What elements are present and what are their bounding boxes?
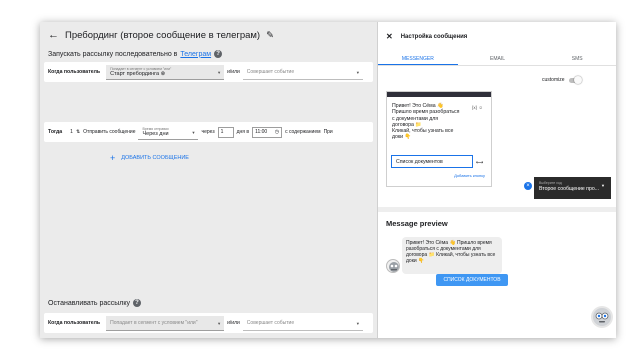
help-icon[interactable]: ? [214, 50, 223, 58]
next-step-value: Второе сообщение про... [539, 186, 600, 192]
app-window: ← Пребординг (второе сообщение в телегра… [40, 22, 616, 338]
stop-segment-select[interactable]: Попадает в сегмент с условием "или" ▼ [106, 315, 225, 331]
preview-bubble: Привет! Это Сёма 👋 Пришло время разобрат… [402, 237, 502, 274]
through-label: через [201, 129, 215, 135]
emoji-icon[interactable]: ☺ [478, 105, 483, 110]
sequence-label: Запускать рассылку последовательно в [48, 50, 178, 58]
divider [378, 207, 616, 212]
plus-icon: + [110, 153, 116, 163]
chevron-down-icon: ▼ [355, 69, 360, 75]
sequence-line: Запускать рассылку последовательно в Тел… [48, 50, 223, 58]
tab-email[interactable]: EMAIL [458, 52, 538, 65]
sort-icon[interactable]: ⇅ [76, 129, 80, 135]
segment-select[interactable]: Попадает в сегмент с условием "или" Стар… [106, 64, 225, 80]
send-time-select[interactable]: Время отправки Через дни ▼ [138, 124, 199, 140]
send-time-value: Через дни [142, 130, 169, 137]
pencil-icon[interactable]: ✎ [266, 30, 274, 41]
preview-title: Message preview [386, 219, 448, 228]
tab-sms[interactable]: SMS [537, 52, 616, 65]
customize-toggle[interactable] [568, 76, 582, 84]
panel-title: Настройка сообщения [400, 33, 468, 40]
event-placeholder: Совершает событие [246, 68, 295, 75]
action-label: Отправить сообщение [83, 129, 136, 135]
andor-label: и/или [227, 69, 240, 75]
chevron-down-icon: ▼ [191, 129, 196, 135]
customize-label: customize [542, 77, 565, 83]
then-label: Тогда [48, 129, 63, 135]
close-icon[interactable]: × [524, 182, 532, 190]
add-message-label: ДОБАВИТЬ СООБЩЕНИЕ [121, 155, 189, 161]
chevron-down-icon: ▼ [217, 69, 222, 75]
next-step-select[interactable]: Выберите ход Второе сообщение про... ▼ [534, 177, 611, 199]
assistant-bot-icon[interactable] [591, 306, 613, 328]
drag-handle-icon[interactable]: ⟷ [476, 160, 483, 166]
variable-insert[interactable]: {x} ☺ [472, 105, 483, 110]
preview-cta-button[interactable]: СПИСОК ДОКУМЕНТОВ [436, 274, 508, 286]
chevron-down-icon: ▼ [217, 320, 222, 326]
tab-messenger[interactable]: MESSENGER [378, 52, 458, 65]
user-condition-row: Когда пользователь Попадает в сегмент с … [44, 62, 373, 82]
page-title: Пребординг (второе сообщение в телеграм) [65, 29, 261, 41]
user-label: Когда пользователь [48, 69, 101, 75]
campaign-editor: ← Пребординг (второе сообщение в телегра… [40, 22, 377, 338]
editor-toolbar [387, 92, 491, 97]
message-settings-panel: ✕ Настройка сообщения MESSENGER EMAIL SM… [377, 22, 616, 338]
close-icon[interactable]: ✕ [386, 32, 393, 41]
chevron-down-icon: ▼ [355, 320, 360, 326]
clock-icon[interactable]: ◷ [275, 129, 279, 135]
add-message-button[interactable]: + ДОБАВИТЬ СООБЩЕНИЕ [110, 153, 189, 163]
bot-avatar-icon [386, 259, 400, 273]
back-arrow-icon[interactable]: ← [48, 29, 59, 41]
page-header: ← Пребординг (второе сообщение в телегра… [48, 29, 274, 41]
close-chip-icon[interactable]: ⊗ [161, 71, 166, 77]
message-button-input[interactable]: Список документов [391, 155, 473, 168]
stop-condition-row: Когда пользователь Попадает в сегмент с … [44, 313, 373, 333]
content-preview[interactable]: При [324, 129, 333, 135]
days-label: дня в [236, 129, 250, 135]
customize-toggle-row: customize [542, 76, 582, 84]
panel-header: ✕ Настройка сообщения [386, 32, 467, 41]
telegram-link[interactable]: Телеграм [180, 51, 211, 58]
message-text[interactable]: Привет! Это Сёма 👋 Пришло время разобрат… [392, 103, 468, 141]
stop-line: Останавливать рассылку ? [48, 299, 141, 307]
days-input[interactable]: 1 [217, 126, 234, 138]
segment-select-value: Старт пребординга ⊗ [110, 70, 166, 77]
add-button-link[interactable]: Добавить кнопку [454, 173, 485, 178]
content-label: с содержанием [285, 129, 321, 135]
chevron-down-icon: ▼ [601, 183, 605, 188]
then-row: Тогда 1 ⇅ Отправить сообщение Время отпр… [44, 122, 373, 142]
stop-event-placeholder: Совершает событие [246, 319, 295, 326]
stop-event-select[interactable]: Совершает событие ▼ [242, 315, 363, 331]
step-index: 1 [70, 129, 73, 135]
time-input[interactable]: 11:00 ◷ [252, 126, 283, 138]
stop-label: Останавливать рассылку [48, 299, 130, 307]
help-icon[interactable]: ? [133, 299, 141, 307]
stop-andor-label: и/или [227, 320, 240, 326]
event-select[interactable]: Совершает событие ▼ [242, 64, 363, 80]
stop-user-label: Когда пользователь [48, 320, 101, 326]
channel-tabs: MESSENGER EMAIL SMS [378, 52, 616, 66]
message-editor: Привет! Это Сёма 👋 Пришло время разобрат… [386, 91, 492, 187]
stop-segment-placeholder: Попадает в сегмент с условием "или" [110, 319, 198, 326]
